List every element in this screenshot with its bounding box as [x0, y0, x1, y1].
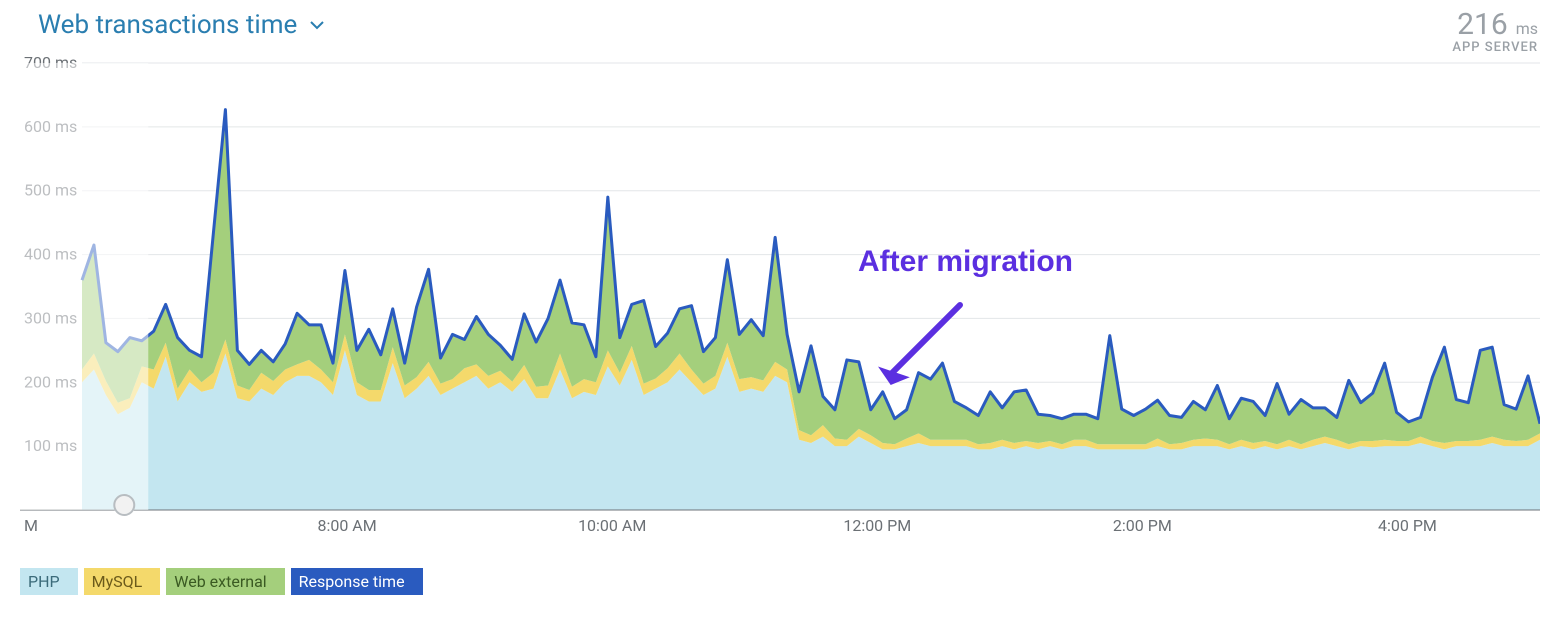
- svg-text:12:00 PM: 12:00 PM: [843, 516, 911, 535]
- readout-value: 216: [1457, 7, 1508, 42]
- legend-item-mysql[interactable]: MySQL: [84, 568, 161, 595]
- svg-text:10:00 AM: 10:00 AM: [578, 516, 646, 535]
- chart-title: Web transactions time: [38, 10, 297, 40]
- readout-unit: ms: [1512, 19, 1538, 38]
- legend: PHP MySQL Web external Response time: [20, 568, 423, 595]
- svg-text:2:00 PM: 2:00 PM: [1113, 516, 1172, 535]
- svg-text:8:00 AM: 8:00 AM: [317, 516, 376, 535]
- chart-area[interactable]: 100 ms200 ms300 ms400 ms500 ms600 ms700 …: [20, 55, 1540, 535]
- svg-text:M: M: [24, 516, 38, 535]
- chevron-down-icon: [309, 10, 325, 40]
- readout-label: APP SERVER: [1452, 40, 1538, 55]
- chart-title-dropdown[interactable]: Web transactions time: [38, 10, 325, 40]
- readout-block: 216 ms APP SERVER: [1452, 10, 1538, 55]
- legend-item-response[interactable]: Response time: [291, 568, 423, 595]
- annotation-arrow-icon: [865, 290, 975, 404]
- annotation-text: After migration: [858, 245, 1073, 279]
- svg-text:4:00 PM: 4:00 PM: [1378, 516, 1437, 535]
- legend-item-php[interactable]: PHP: [20, 568, 78, 595]
- legend-item-web[interactable]: Web external: [166, 568, 284, 595]
